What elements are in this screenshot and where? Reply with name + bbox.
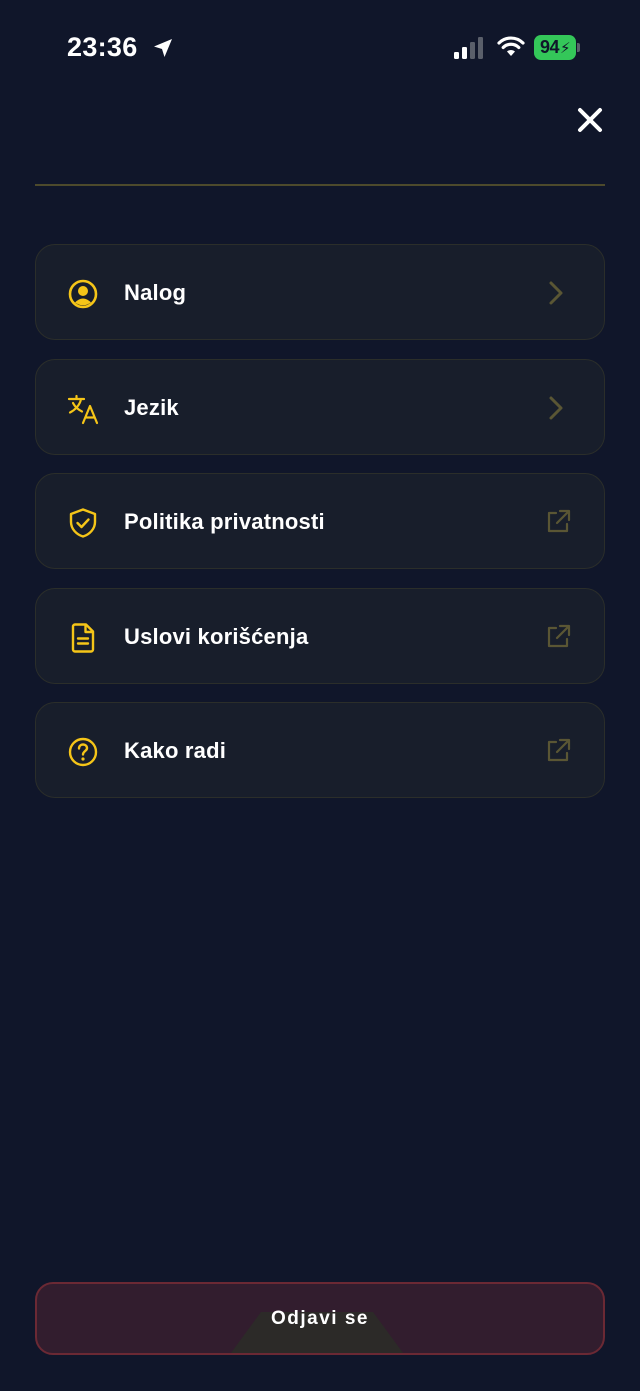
- menu-item-kako-radi[interactable]: Kako radi: [35, 702, 605, 798]
- chevron-right-icon: [549, 281, 563, 305]
- logout-label: Odjavi se: [271, 1307, 369, 1329]
- chevron-right-icon: [549, 396, 563, 419]
- menu-item-uslovi-koriscenja[interactable]: Uslovi korišćenja: [35, 587, 605, 684]
- cellular-signal-icon: [454, 37, 483, 59]
- battery-percent: 94: [539, 37, 560, 57]
- external-link-icon: [547, 509, 571, 533]
- wifi-icon: [497, 36, 525, 56]
- battery-level: 94 ⚡: [534, 35, 576, 60]
- menu-item-label: Jezik: [124, 394, 179, 420]
- menu-item-jezik[interactable]: Jezik: [35, 358, 605, 455]
- menu-item-label: Politika privatnosti: [124, 509, 325, 534]
- status-time: 23:36: [67, 32, 138, 62]
- logout-button[interactable]: Odjavi se: [35, 1282, 605, 1355]
- settings-menu: Nalog Jezik Politika privatnosti Uslovi …: [35, 244, 605, 817]
- battery-indicator: 94 ⚡: [534, 35, 582, 60]
- battery-charging-icon: ⚡: [559, 39, 571, 57]
- document-icon: [71, 622, 95, 653]
- header-divider: [35, 184, 605, 186]
- menu-item-label: Nalog: [124, 280, 187, 305]
- menu-item-politika-privatnosti[interactable]: Politika privatnosti: [35, 473, 605, 569]
- menu-item-nalog[interactable]: Nalog: [35, 244, 605, 340]
- settings-screen: 23:36 94 ⚡ Nalog Jezik Politika privatno…: [0, 0, 640, 1391]
- close-icon: [578, 108, 602, 132]
- shield-check-icon: [69, 508, 97, 538]
- close-button[interactable]: [570, 100, 610, 140]
- question-circle-icon: [68, 737, 98, 767]
- menu-item-label: Kako radi: [124, 738, 227, 763]
- menu-item-label: Uslovi korišćenja: [124, 623, 309, 649]
- external-link-icon: [547, 738, 571, 762]
- status-bar: 23:36 94 ⚡: [0, 0, 640, 96]
- translate-icon: [67, 394, 99, 424]
- external-link-icon: [547, 624, 571, 647]
- user-circle-icon: [68, 279, 98, 309]
- location-arrow-icon: [154, 39, 172, 57]
- battery-tip: [577, 43, 580, 52]
